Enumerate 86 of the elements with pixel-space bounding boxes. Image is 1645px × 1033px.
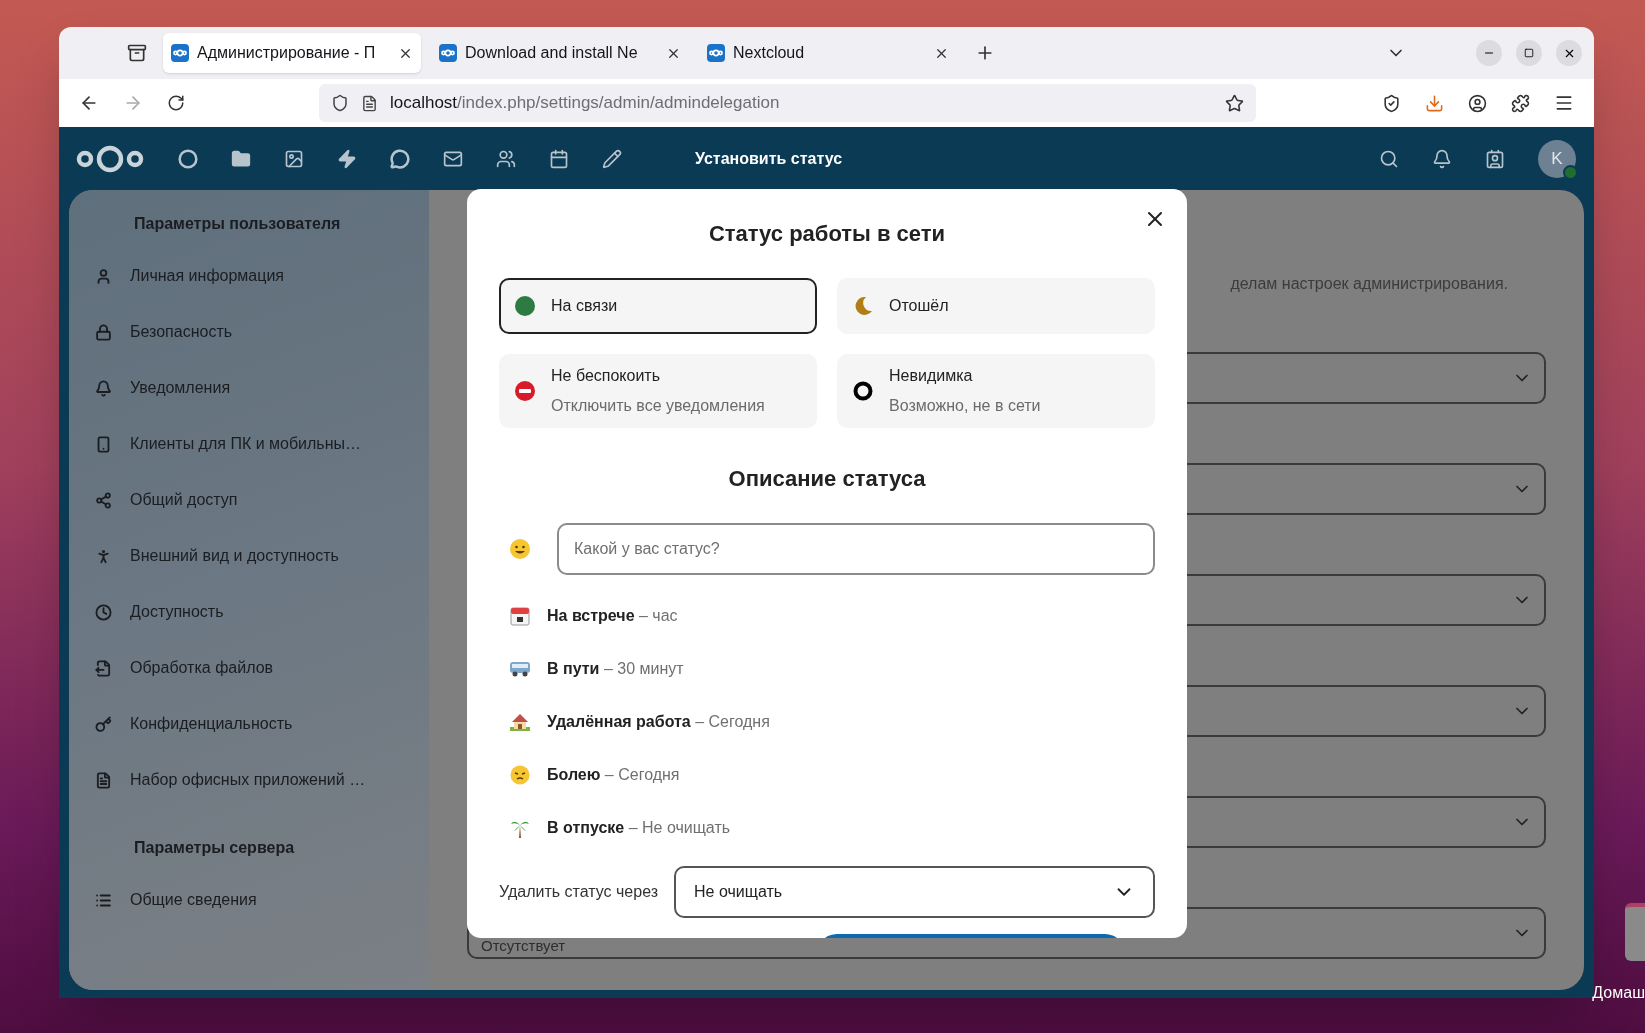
sidebar-item[interactable]: Конфиденциальность — [69, 696, 429, 752]
sidebar-heading: Параметры сервера — [133, 838, 296, 858]
sidebar-item[interactable]: Доступность — [69, 584, 429, 640]
download-icon[interactable] — [1425, 93, 1444, 113]
extensions-icon[interactable] — [1511, 93, 1530, 113]
preset-status-item[interactable]: На встрече – час — [499, 589, 1155, 642]
calendar-app-icon[interactable] — [549, 148, 569, 169]
browser-tab[interactable]: Download and install Ne — [431, 33, 689, 73]
phone-icon — [95, 435, 112, 453]
search-icon[interactable] — [1379, 148, 1399, 169]
calendar-icon — [510, 605, 530, 626]
browser-tab[interactable]: Администрирование - П — [163, 33, 421, 73]
ring-icon — [853, 381, 873, 401]
bus-icon — [509, 659, 531, 678]
status-label: Отошёл — [889, 296, 949, 316]
sick-face-icon — [510, 764, 530, 785]
dashboard-icon[interactable] — [178, 148, 198, 169]
preset-status-item[interactable]: В отпуске – Не очищать — [499, 801, 1155, 854]
dialog-title: Статус работы в сети — [707, 220, 947, 248]
tab-title: Администрирование - П — [197, 43, 377, 63]
sidebar-item[interactable]: Общие сведения — [69, 872, 429, 928]
tab-title: Nextcloud — [733, 43, 806, 63]
tab-list-icon[interactable] — [127, 43, 147, 63]
folder-icon[interactable] — [231, 148, 251, 169]
preset-status-item[interactable]: Удалённая работа – Сегодня — [499, 695, 1155, 748]
contacts-icon[interactable] — [496, 148, 516, 169]
account-icon[interactable] — [1468, 93, 1487, 113]
pencil-icon[interactable] — [602, 148, 622, 169]
status-description: Возможно, не в сети — [889, 396, 1041, 416]
chat-icon[interactable] — [390, 148, 410, 169]
lock-icon — [95, 323, 112, 341]
moon-icon — [853, 296, 873, 316]
do-not-disturb-icon — [515, 381, 535, 401]
sidebar-item[interactable]: Внешний вид и доступность — [69, 528, 429, 584]
status-option[interactable]: На связи — [499, 278, 817, 334]
maximize-icon[interactable] — [1524, 48, 1534, 58]
address-bar[interactable]: localhost/index.php/settings/admin/admindelegation — [319, 84, 1256, 122]
desktop-icon-label: Домаш — [1592, 983, 1645, 1003]
admin-description: делам настроек администрирования. — [1230, 274, 1508, 294]
clear-after-select[interactable]: Не очищать — [674, 866, 1155, 918]
status-option[interactable]: Невидимка Возможно, не в сети — [837, 354, 1155, 428]
online-badge-icon — [1563, 164, 1578, 180]
status-label: На связи — [551, 296, 618, 316]
sidebar-item[interactable]: Обработка файлов — [69, 640, 429, 696]
notifications-icon[interactable] — [1432, 148, 1452, 169]
reload-icon[interactable] — [167, 94, 185, 112]
person-icon — [95, 547, 112, 565]
sidebar-item[interactable]: Клиенты для ПК и мобильны… — [69, 416, 429, 472]
preset-status-item[interactable]: Болею – Сегодня — [499, 748, 1155, 801]
header-title: Установить статус — [695, 148, 843, 169]
sidebar-item[interactable]: Общий доступ — [69, 472, 429, 528]
clear-after-label: Удалить статус через — [499, 882, 658, 902]
tab-favicon-icon — [707, 44, 725, 62]
tab-favicon-icon — [171, 44, 189, 62]
key-icon — [95, 715, 112, 733]
user-icon — [95, 267, 112, 285]
doc-icon — [95, 771, 112, 789]
share-icon — [95, 491, 112, 509]
bookmark-star-icon[interactable] — [1225, 93, 1244, 113]
tab-title: Download and install Ne — [465, 43, 639, 63]
menu-icon[interactable] — [1554, 93, 1574, 113]
image-icon[interactable] — [284, 148, 304, 169]
shield-icon[interactable] — [331, 94, 349, 112]
sidebar-item[interactable]: Набор офисных приложений … — [69, 752, 429, 808]
url-text: localhost/index.php/settings/admin/admindelegation — [390, 92, 781, 115]
house-icon — [509, 711, 531, 732]
browser-tab[interactable]: Nextcloud — [699, 33, 957, 73]
smiley-icon[interactable] — [509, 538, 531, 560]
status-message-field[interactable]: Какой у вас статус? — [557, 523, 1155, 575]
preset-status-item[interactable]: В пути – 30 минут — [499, 642, 1155, 695]
status-label: Не беспокоить — [551, 366, 662, 386]
bell-icon — [95, 379, 112, 397]
contacts-menu-icon[interactable] — [1485, 148, 1505, 169]
section-title: Описание статуса — [727, 465, 927, 493]
select-value: Отсутствует — [481, 937, 566, 955]
online-dot-icon — [515, 296, 535, 316]
clock-icon — [95, 603, 112, 621]
sidebar-heading: Параметры пользователя — [133, 214, 342, 234]
lightning-icon[interactable] — [337, 148, 357, 169]
status-description: Отключить все уведомления — [551, 396, 765, 416]
status-label: Невидимка — [889, 366, 974, 386]
sidebar-item[interactable]: Уведомления — [69, 360, 429, 416]
page-icon — [361, 94, 378, 112]
status-option[interactable]: Отошёл — [837, 278, 1155, 334]
status-option[interactable]: Не беспокоить Отключить все уведомления — [499, 354, 817, 428]
tab-favicon-icon — [439, 44, 457, 62]
